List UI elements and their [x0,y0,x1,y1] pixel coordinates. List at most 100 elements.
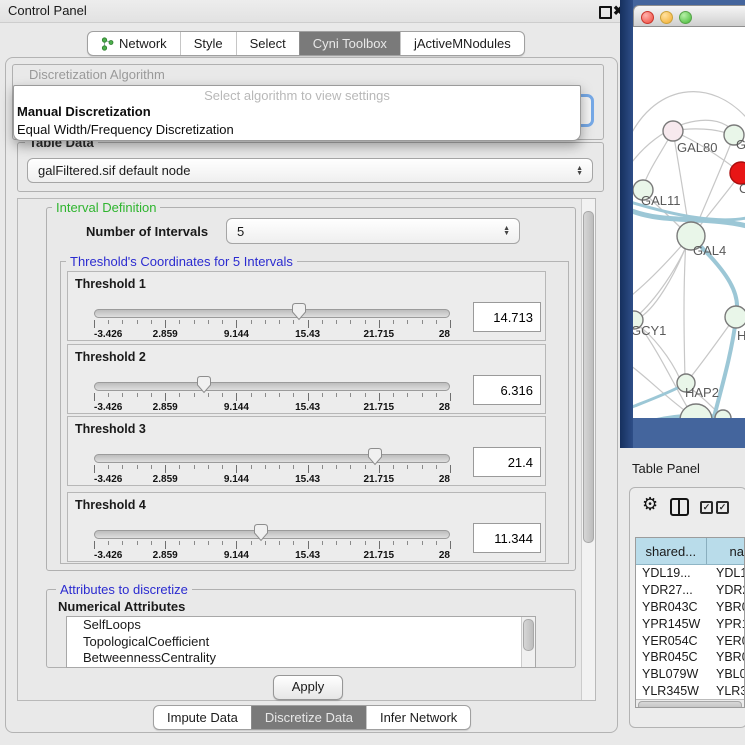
tab-select[interactable]: Select [236,32,299,55]
tab-jactivemnodules[interactable]: jActiveMNodules [400,32,524,55]
tick-mark [194,393,195,397]
table-row[interactable]: YPR145WYPR1 [636,615,744,632]
scale-label: 28 [439,329,450,340]
slider-track[interactable] [94,530,450,539]
tick-mark [165,465,166,473]
tab-discretize-data[interactable]: Discretize Data [251,706,366,729]
settings-scrollbar-thumb[interactable] [583,211,594,543]
list-scrollbar-thumb[interactable] [523,619,534,651]
tick-mark [122,320,123,324]
tick-mark [236,393,237,401]
attribute-item-topologicalcoefficient[interactable]: TopologicalCoefficient [67,634,535,651]
node-label-hap2: HAP2 [685,385,719,400]
settings-vertical-scrollbar[interactable] [581,199,595,700]
threshold-panel-2: Threshold 2 -3.4262.8599.14415.4321.7152… [67,344,546,414]
slider-handle[interactable] [253,523,269,542]
scale-label: 21.715 [364,474,395,485]
gear-icon[interactable]: ⚙ [642,495,658,513]
tick-mark [436,465,437,469]
tick-mark [379,465,380,473]
table-horizontal-scrollbar[interactable] [636,699,744,708]
column-header-shared-name[interactable]: shared... [636,538,707,564]
option-equal-width-frequency[interactable]: Equal Width/Frequency Discretization [17,122,234,137]
slider-track[interactable] [94,454,450,463]
tick-mark [279,465,280,469]
tick-mark [308,393,309,401]
table-row[interactable]: YBL079WYBL0 [636,666,744,683]
threshold-slider[interactable]: -3.4262.8599.14415.4321.71528 [94,300,450,340]
tab-infer-network[interactable]: Infer Network [366,706,470,729]
split-columns-icon[interactable] [670,498,689,516]
threshold-slider[interactable]: -3.4262.8599.14415.4321.71528 [94,445,450,485]
tab-impute-data[interactable]: Impute Data [154,706,251,729]
table-row[interactable]: YBR043CYBR0 [636,599,744,616]
threshold-3-value-field[interactable] [473,447,541,477]
cell-name: YDL1 [710,566,744,580]
table-row[interactable]: YER054CYER0 [636,632,744,649]
tick-mark [279,393,280,397]
slider-handle[interactable] [196,375,212,394]
threshold-slider[interactable]: -3.4262.8599.14415.4321.71528 [94,521,450,561]
tick-mark [122,541,123,545]
tick-mark [194,320,195,324]
float-window-icon[interactable] [599,6,612,19]
node-label-ga: GA [736,137,745,152]
number-of-intervals-combo[interactable]: 5 ▲▼ [226,218,520,244]
table-row[interactable]: YDR27...YDR2 [636,582,744,599]
slider-track[interactable] [94,382,450,391]
table-data-combo[interactable]: galFiltered.sif default node ▲▼ [27,158,593,183]
tick-mark [293,393,294,397]
option-manual-discretization[interactable]: Manual Discretization [17,104,151,119]
node-label-gal11: GAL11 [641,193,681,208]
checkbox-icon-1[interactable]: ✓ [700,501,713,514]
table-row[interactable]: YBR045CYBR0 [636,649,744,666]
node-table: shared... na YDL19...YDL1YDR27...YDR2YBR… [635,537,745,708]
cell-shared-name: YBR043C [636,600,710,614]
slider-handle[interactable] [367,447,383,466]
network-edge[interactable] [639,325,695,418]
algorithm-placeholder-option[interactable]: Select algorithm to view settings [14,88,580,103]
network-h-node[interactable] [725,306,745,328]
minimize-traffic-light[interactable] [660,11,673,24]
network-bottom-big-node[interactable] [680,404,712,418]
cell-shared-name: YPR145W [636,617,710,631]
network-edge-thick[interactable] [713,319,736,418]
table-row[interactable]: YLR345WYLR3 [636,683,744,699]
tick-mark [436,541,437,545]
close-traffic-light[interactable] [641,11,654,24]
tick-mark [251,320,252,324]
scale-label: -3.426 [94,329,122,340]
tab-cyni-toolbox[interactable]: Cyni Toolbox [299,32,400,55]
cell-shared-name: YDR27... [636,583,710,597]
tick-mark [393,465,394,469]
network-edge[interactable] [636,245,687,317]
tab-network[interactable]: Network [88,32,180,55]
threshold-4-value-field[interactable] [473,523,541,553]
tick-mark [151,465,152,469]
attribute-item-selfloops[interactable]: SelfLoops [67,617,535,634]
network-gal80-node[interactable] [663,121,683,141]
list-scrollbar[interactable] [521,617,535,667]
tab-style[interactable]: Style [180,32,236,55]
zoom-traffic-light[interactable] [679,11,692,24]
network-window-titlebar[interactable] [633,5,745,27]
slider-handle[interactable] [291,302,307,321]
scale-label: 2.859 [153,329,178,340]
threshold-1-value-field[interactable] [473,302,541,332]
threshold-slider[interactable]: -3.4262.8599.14415.4321.71528 [94,373,450,413]
checkbox-icon-2[interactable]: ✓ [716,501,729,514]
network-canvas[interactable]: GAL80GACGAL11GAL4GCY1HHAP2 [633,27,745,418]
numerical-attributes-list[interactable]: SelfLoopsTopologicalCoefficientBetweenne… [66,616,536,668]
apply-button[interactable]: Apply [273,675,343,700]
table-scrollbar-thumb[interactable] [638,701,742,708]
slider-track[interactable] [94,309,450,318]
attribute-item-betweennesscentrality[interactable]: BetweennessCentrality [67,650,535,667]
scale-label: 15.43 [295,474,320,485]
threshold-panel-1: Threshold 1 -3.4262.8599.14415.4321.7152… [67,271,546,341]
column-header-name[interactable]: na [707,538,744,564]
table-panel-box: ⚙ ✓ ✓ shared... na YDL19...YDL1YDR27...Y… [629,487,745,728]
threshold-2-value-field[interactable] [473,375,541,405]
network-edge[interactable] [684,240,686,379]
table-row[interactable]: YDL19...YDL1 [636,565,744,582]
network-edge[interactable] [637,236,690,319]
